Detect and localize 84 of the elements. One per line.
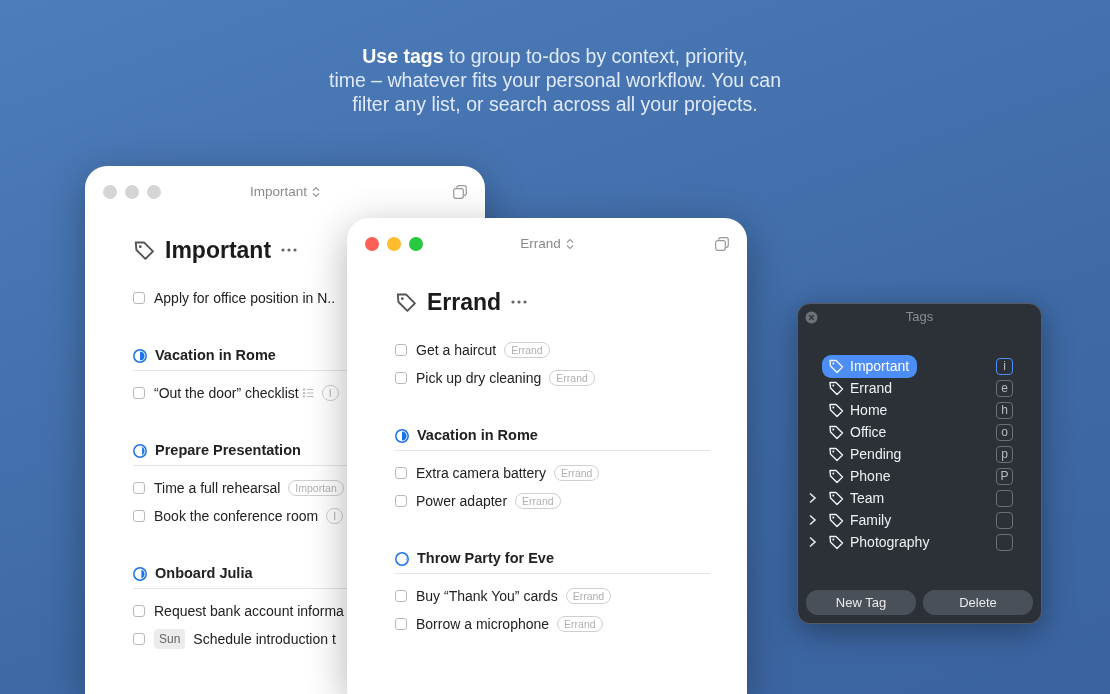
tag-icon — [828, 402, 844, 418]
checkbox[interactable] — [133, 482, 145, 494]
panel-button[interactable]: New Tag — [806, 590, 916, 615]
checkbox[interactable] — [395, 467, 407, 479]
tag-icon — [828, 512, 844, 528]
when-badge: Sun — [154, 629, 186, 649]
tag-item[interactable]: Team — [822, 486, 893, 510]
progress-pie-icon — [395, 551, 409, 566]
list-title: Errand — [427, 287, 502, 317]
tag-icon — [828, 534, 844, 550]
progress-pie-icon — [133, 566, 147, 581]
checkbox[interactable] — [395, 344, 407, 356]
shortcut-field[interactable]: P — [996, 467, 1013, 485]
minimize-button[interactable] — [387, 237, 401, 251]
project-title: Onboard Julia — [155, 563, 253, 583]
window-title[interactable]: Important — [250, 181, 320, 203]
panel-button[interactable]: Delete — [923, 590, 1033, 615]
tag-item[interactable]: Office — [822, 420, 895, 444]
duplicate-window-icon[interactable] — [715, 237, 729, 251]
more-icon[interactable] — [281, 248, 298, 252]
tag-icon — [828, 380, 844, 396]
shortcut-field[interactable]: e — [996, 379, 1013, 397]
minimize-button[interactable] — [125, 185, 139, 199]
list-title: Important — [165, 235, 272, 265]
duplicate-window-icon[interactable] — [453, 185, 467, 199]
close-button[interactable] — [365, 237, 379, 251]
tag-icon — [133, 239, 155, 261]
tag-icon — [828, 490, 844, 506]
todo-text: Borrow a microphone — [416, 614, 550, 634]
tag-icon — [828, 358, 844, 374]
shortcut-field[interactable] — [996, 489, 1013, 507]
chevron-updown-icon — [565, 238, 574, 250]
tag-item[interactable]: Errand — [822, 376, 901, 400]
progress-pie-icon — [133, 443, 147, 458]
todo-text: Power adapter — [416, 491, 508, 511]
shortcut-field[interactable] — [996, 511, 1013, 529]
shortcut-field[interactable]: p — [996, 445, 1013, 463]
progress-pie-icon — [133, 348, 147, 363]
checkbox[interactable] — [133, 605, 145, 617]
zoom-button[interactable] — [409, 237, 423, 251]
shortcut-field[interactable]: i — [996, 357, 1013, 375]
close-icon[interactable] — [805, 310, 818, 324]
checkbox[interactable] — [395, 618, 407, 630]
todo-text: Buy “Thank You” cards — [416, 586, 558, 606]
tag-item[interactable]: Photography — [822, 530, 938, 554]
todo-text: “Out the door” checklist — [154, 383, 299, 403]
panel-title: Tags — [905, 308, 934, 327]
todo-text: Pick up dry cleaning — [416, 368, 542, 388]
tag-icon — [828, 446, 844, 462]
close-button[interactable] — [103, 185, 117, 199]
checkbox[interactable] — [395, 590, 407, 602]
zoom-button[interactable] — [147, 185, 161, 199]
todo-text: Book the conference room — [154, 506, 319, 526]
project-title: Vacation in Rome — [155, 345, 276, 365]
todo-text: Extra camera battery — [416, 463, 546, 483]
tag-item[interactable]: Pending — [822, 442, 910, 466]
more-icon[interactable] — [511, 300, 528, 304]
tag-item[interactable]: Home — [822, 398, 896, 422]
chevron-updown-icon — [312, 186, 320, 198]
progress-pie-icon — [395, 428, 409, 443]
todo-text: Request bank account informa — [154, 601, 344, 621]
tag-icon — [395, 291, 417, 313]
todo-text: Apply for office position in N.. — [154, 288, 336, 308]
tag-item[interactable]: Phone — [822, 464, 899, 488]
checkbox[interactable] — [395, 495, 407, 507]
tag-icon — [828, 468, 844, 484]
todo-text: Schedule introduction t — [193, 629, 336, 649]
shortcut-field[interactable] — [996, 533, 1013, 551]
project-title: Prepare Presentation — [155, 440, 301, 460]
todo-text: Get a haircut — [416, 340, 497, 360]
window-title[interactable]: Errand — [520, 233, 574, 255]
intro-text: Use tags to group to-dos by context, priority, time – whatever fits your personal workflow. You can filter any list, or search across all your projects. — [328, 44, 782, 116]
checkbox[interactable] — [133, 292, 145, 304]
tag-icon — [828, 424, 844, 440]
checkbox[interactable] — [133, 387, 145, 399]
checkbox[interactable] — [395, 372, 407, 384]
checkbox[interactable] — [133, 633, 145, 645]
shortcut-field[interactable]: h — [996, 401, 1013, 419]
shortcut-field[interactable]: o — [996, 423, 1013, 441]
checkbox[interactable] — [133, 510, 145, 522]
project-title: Vacation in Rome — [417, 425, 538, 445]
tag-item[interactable]: Family — [822, 508, 900, 532]
project-title: Throw Party for Eve — [417, 548, 554, 568]
todo-text: Time a full rehearsal — [154, 478, 281, 498]
